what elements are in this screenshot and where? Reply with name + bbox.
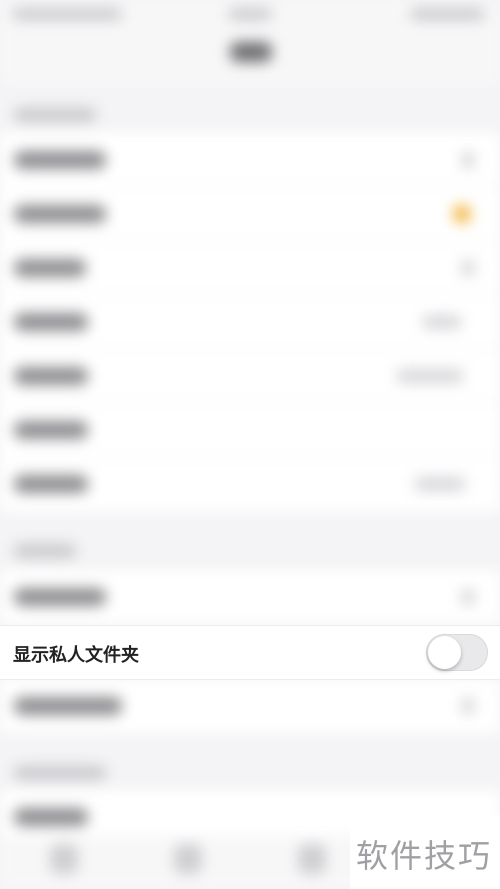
- section-header-2: [14, 544, 76, 558]
- row-value: [396, 369, 464, 383]
- tab-icon: [298, 844, 326, 874]
- divider: [14, 240, 500, 241]
- chevron-right-icon: [462, 260, 474, 276]
- status-bar: [0, 0, 500, 30]
- status-battery: [410, 8, 485, 20]
- badge-dot-icon: [453, 205, 471, 223]
- watermark-text: 软件技巧: [356, 837, 493, 875]
- show-private-folder-row: 显示私人文件夹: [0, 625, 500, 680]
- chevron-right-icon: [462, 698, 474, 714]
- blurred-background: [0, 0, 500, 889]
- divider: [14, 294, 500, 295]
- status-carrier: [12, 8, 122, 20]
- divider: [14, 402, 500, 403]
- chevron-right-icon: [462, 589, 474, 605]
- watermark: 软件技巧: [350, 815, 500, 889]
- row-label: [14, 475, 88, 493]
- row-value: [414, 477, 466, 491]
- row-label: [14, 205, 106, 223]
- tab-icon: [50, 844, 78, 874]
- row-value: [422, 315, 462, 329]
- status-time: [228, 8, 272, 20]
- tab-icon: [174, 844, 202, 874]
- settings-group-1: [0, 132, 500, 512]
- row-label: [14, 421, 88, 439]
- divider: [14, 348, 500, 349]
- row-label: [14, 808, 88, 826]
- section-header-3: [14, 766, 106, 780]
- row-label: [14, 367, 88, 385]
- settings-row-blurred-1: [0, 570, 500, 624]
- row-label: [14, 151, 106, 169]
- toggle-knob: [428, 636, 461, 669]
- divider: [14, 456, 500, 457]
- row-label: [14, 313, 88, 331]
- show-private-folder-toggle[interactable]: [426, 634, 488, 671]
- row-label: [14, 588, 106, 606]
- settings-row-blurred-2: [0, 679, 500, 733]
- divider: [14, 186, 500, 187]
- nav-title: [230, 42, 272, 62]
- show-private-folder-label: 显示私人文件夹: [13, 645, 139, 666]
- row-label: [14, 259, 86, 277]
- section-header-1: [14, 108, 96, 122]
- chevron-right-icon: [462, 152, 474, 168]
- row-label: [14, 697, 122, 715]
